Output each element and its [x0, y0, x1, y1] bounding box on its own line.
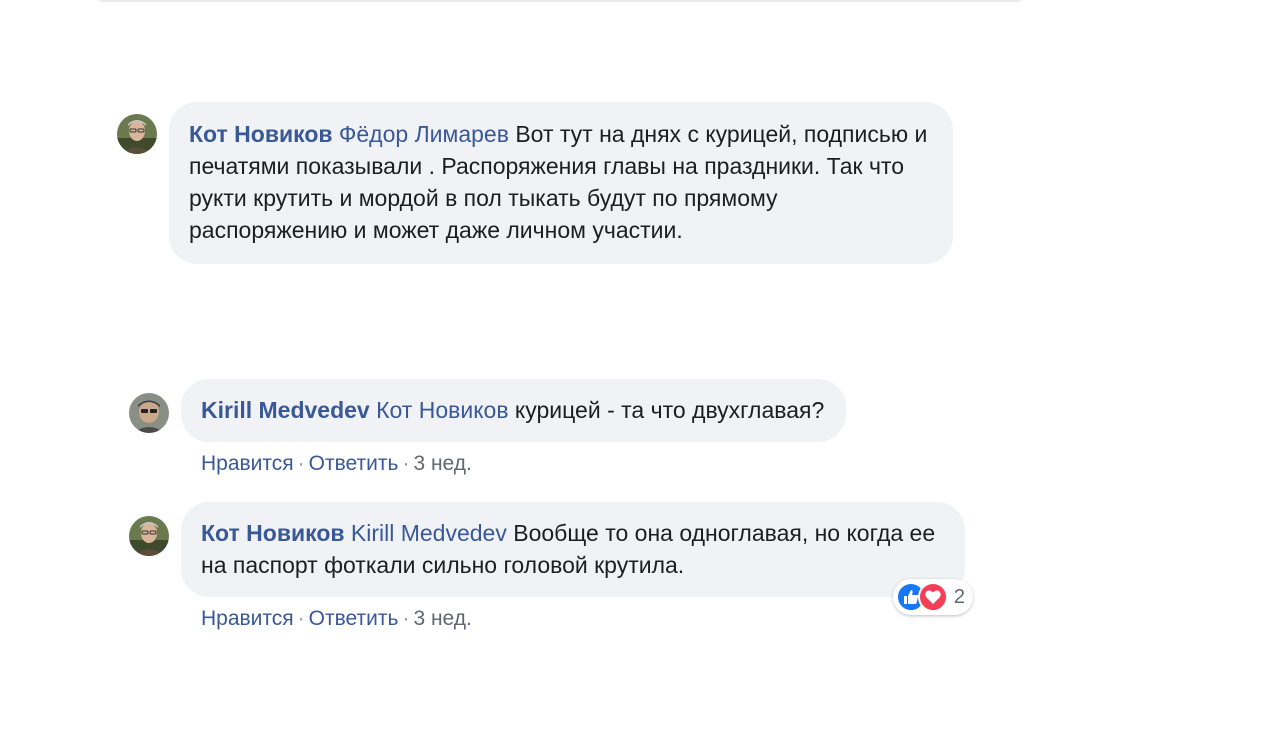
comment-bubble: Кот Новиков Фёдор Лимарев Вот тут на дня… — [169, 102, 953, 264]
comment-bubble: Кот Новиков Kirill Medvedev Вообще то он… — [181, 502, 965, 597]
separator: · — [402, 607, 410, 630]
comment-mention[interactable]: Kirill Medvedev — [351, 520, 507, 546]
comment: Кот Новиков Kirill Medvedev Вообще то он… — [129, 502, 973, 631]
divider — [100, 0, 1020, 2]
comment-mention[interactable]: Фёдор Лимарев — [339, 121, 509, 147]
comment-author[interactable]: Kirill Medvedev — [201, 397, 370, 423]
reply-link[interactable]: Ответить — [309, 607, 399, 630]
comment: Kirill Medvedev Кот Новиков курицей - та… — [129, 379, 847, 476]
comment-timestamp[interactable]: 3 нед. — [413, 452, 471, 475]
separator: · — [297, 607, 305, 630]
avatar[interactable] — [129, 516, 169, 556]
like-link[interactable]: Нравится — [201, 607, 294, 630]
comments-page: Кот Новиков Фёдор Лимарев Вот тут на дня… — [0, 0, 1288, 733]
comment-timestamp[interactable]: 3 нед. — [413, 607, 471, 630]
comment-text: курицей - та что двухглавая? — [508, 397, 825, 423]
comment-author[interactable]: Кот Новиков — [189, 121, 333, 147]
comment-bubble: Kirill Medvedev Кот Новиков курицей - та… — [181, 379, 847, 442]
reactions-summary[interactable]: 2 — [892, 579, 973, 615]
avatar[interactable] — [129, 393, 169, 433]
separator: · — [297, 452, 305, 475]
comment: Кот Новиков Фёдор Лимарев Вот тут на дня… — [117, 100, 953, 264]
comment-mention[interactable]: Кот Новиков — [376, 397, 508, 423]
avatar[interactable] — [117, 114, 157, 154]
reaction-count: 2 — [953, 585, 965, 608]
comment-actions: Нравится · Ответить · 3 нед. — [181, 452, 846, 476]
separator: · — [402, 452, 410, 475]
reply-link[interactable]: Ответить — [309, 452, 399, 475]
comment-actions: Нравится · Ответить · 3 нед. — [181, 607, 965, 631]
comment-author[interactable]: Кот Новиков — [201, 520, 345, 546]
love-icon — [917, 582, 948, 612]
like-link[interactable]: Нравится — [201, 452, 294, 475]
